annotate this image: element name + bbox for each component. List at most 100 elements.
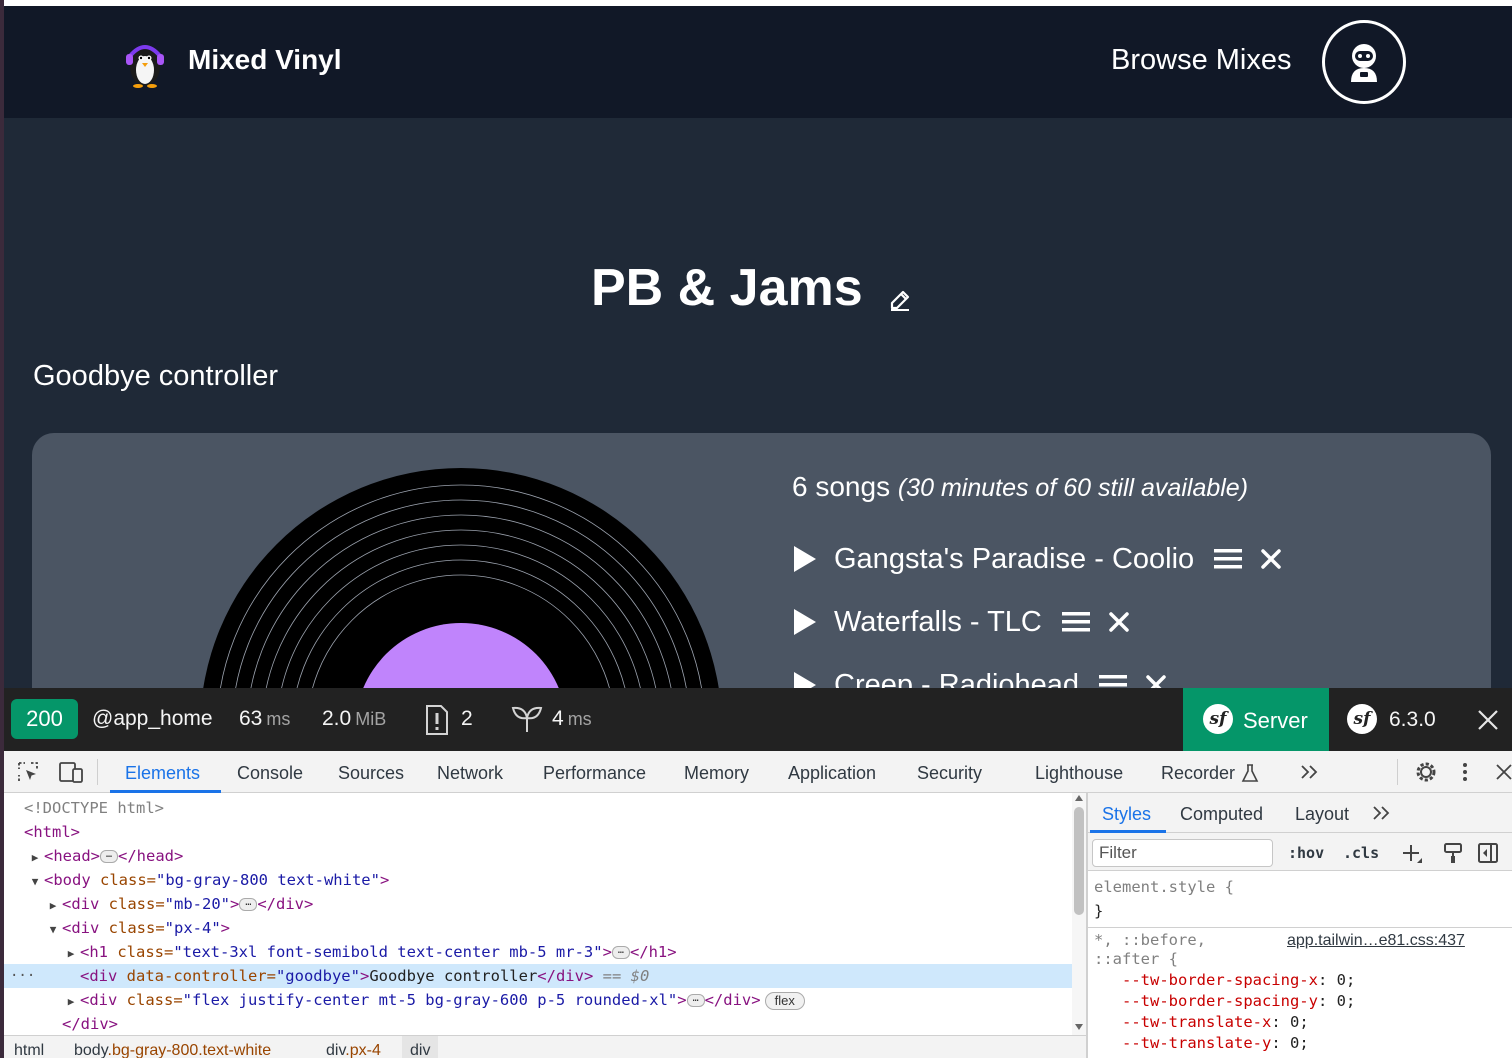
toggle-sidebar-icon[interactable] xyxy=(1477,842,1499,864)
css-property[interactable]: --tw-border-spacing-y: 0; xyxy=(1122,992,1355,1010)
status-code-badge[interactable]: 200 xyxy=(11,699,78,739)
elements-scrollbar[interactable] xyxy=(1072,793,1086,1035)
div-open-tag: <div xyxy=(80,991,118,1009)
tab-lighthouse[interactable]: Lighthouse xyxy=(1035,763,1123,784)
css-property[interactable]: --tw-border-spacing-x: 0; xyxy=(1122,971,1355,989)
close-toolbar-icon[interactable] xyxy=(1477,709,1499,731)
memory-usage[interactable]: 2.0 MiB xyxy=(322,707,386,731)
collapsed-ellipsis-icon[interactable]: … xyxy=(239,898,258,911)
edit-icon[interactable] xyxy=(888,288,912,312)
track-label: Creep - Radiohead xyxy=(834,668,1080,689)
collapsed-ellipsis-icon[interactable]: … xyxy=(611,946,630,959)
head-open-tag: <head> xyxy=(44,847,100,865)
paint-brush-icon[interactable] xyxy=(1443,842,1463,864)
twig-time[interactable]: 4 ms xyxy=(552,707,592,731)
dom-node-html[interactable]: <html> xyxy=(4,820,1072,844)
dom-node-body[interactable]: ▼ <body class="bg-gray-800 text-white"> xyxy=(4,868,1072,892)
tab-recorder[interactable]: Recorder xyxy=(1161,763,1235,784)
request-time[interactable]: 63 ms xyxy=(239,707,290,731)
scrollbar-thumb[interactable] xyxy=(1074,807,1084,915)
collapse-triangle-icon[interactable]: ▼ xyxy=(26,870,44,894)
dom-node-div-mb20[interactable]: ▶ <div class="mb-20">… </div> xyxy=(4,892,1072,916)
new-style-rule-icon[interactable] xyxy=(1401,843,1423,865)
dom-node-h1[interactable]: ▶ <h1 class="text-3xl font-semibold text-… xyxy=(4,940,1072,964)
tab-sources[interactable]: Sources xyxy=(338,763,404,784)
server-panel-button[interactable]: sf Server xyxy=(1183,688,1329,751)
body-attr-name: class= xyxy=(90,871,156,889)
tab-console[interactable]: Console xyxy=(237,763,303,784)
stylesheet-source-link[interactable]: app.tailwin…e81.css:437 xyxy=(1287,932,1465,950)
expand-triangle-icon[interactable]: ▶ xyxy=(62,990,80,1014)
logs-count[interactable]: 2 xyxy=(461,707,473,731)
dom-node-selected-goodbye[interactable]: ··· <div data-controller="goodbye">Goodby… xyxy=(4,964,1072,988)
universal-rule-selector-line2[interactable]: ::after { xyxy=(1094,950,1178,968)
expand-triangle-icon[interactable]: ▶ xyxy=(26,846,44,870)
play-icon[interactable] xyxy=(792,670,818,688)
scroll-up-arrow-icon[interactable] xyxy=(1075,795,1083,801)
drag-handle-icon[interactable] xyxy=(1214,547,1243,571)
breadcrumb-body[interactable]: body.bg-gray-800.text-white xyxy=(74,1042,271,1058)
dom-node-div-flex[interactable]: ▶ <div class="flex justify-center mt-5 bg… xyxy=(4,988,1072,1012)
close-devtools-icon[interactable] xyxy=(1495,763,1512,781)
brand-name[interactable]: Mixed Vinyl xyxy=(188,44,342,76)
css-property[interactable]: --tw-translate-x: 0; xyxy=(1122,1013,1309,1031)
div-close-tag: </div> xyxy=(257,895,314,913)
penguin-logo-icon[interactable] xyxy=(122,36,168,88)
tab-performance[interactable]: Performance xyxy=(543,763,646,784)
symfony-version-logo-icon[interactable]: sf xyxy=(1347,704,1377,734)
drag-handle-icon[interactable] xyxy=(1061,610,1090,634)
expand-triangle-icon[interactable]: ▶ xyxy=(44,894,62,918)
devtools-tab-bar: Elements Console Sources Network Perform… xyxy=(4,751,1512,793)
data-controller-attr: data-controller= xyxy=(117,967,276,985)
kebab-menu-icon[interactable] xyxy=(1461,760,1469,784)
inspect-element-icon[interactable] xyxy=(16,760,40,784)
drag-handle-icon[interactable] xyxy=(1099,673,1128,688)
settings-gear-icon[interactable] xyxy=(1414,760,1438,784)
flex-badge[interactable]: flex xyxy=(764,991,805,1010)
dom-node-div-close[interactable]: </div> xyxy=(4,1012,1072,1035)
breadcrumb-div-active[interactable]: div xyxy=(402,1036,439,1058)
tab-application[interactable]: Application xyxy=(788,763,876,784)
element-style-rule[interactable]: element.style { xyxy=(1094,878,1234,896)
breadcrumb-div-px4[interactable]: div.px-4 xyxy=(326,1042,381,1058)
dom-node-doctype[interactable]: <!DOCTYPE html> xyxy=(4,796,1072,820)
css-property[interactable]: --tw-translate-y: 0; xyxy=(1122,1034,1309,1052)
tab-elements[interactable]: Elements xyxy=(125,763,200,784)
collapsed-ellipsis-icon[interactable]: … xyxy=(686,994,705,1007)
symfony-version[interactable]: 6.3.0 xyxy=(1389,708,1436,732)
remove-track-icon[interactable] xyxy=(1260,548,1282,570)
twig-icon[interactable] xyxy=(510,704,544,734)
remove-track-icon[interactable] xyxy=(1145,674,1167,688)
tab-layout[interactable]: Layout xyxy=(1295,804,1349,825)
hover-state-toggle[interactable]: :hov xyxy=(1288,844,1324,862)
class-toggle[interactable]: .cls xyxy=(1343,844,1379,862)
browse-mixes-link[interactable]: Browse Mixes xyxy=(1111,44,1292,77)
tab-styles[interactable]: Styles xyxy=(1102,804,1151,825)
track-row: Waterfalls - TLC xyxy=(792,602,1130,642)
tab-memory[interactable]: Memory xyxy=(684,763,749,784)
expand-triangle-icon[interactable]: ▶ xyxy=(62,942,80,966)
html-open-tag: <html> xyxy=(24,823,80,841)
screen: Mixed Vinyl Browse Mixes PB & Jams Goodb… xyxy=(0,0,1512,1058)
more-tabs-icon[interactable] xyxy=(1300,764,1320,780)
more-styles-tabs-icon[interactable] xyxy=(1372,805,1392,821)
tab-computed[interactable]: Computed xyxy=(1180,804,1263,825)
breadcrumb-html[interactable]: html xyxy=(14,1042,44,1058)
logs-icon[interactable] xyxy=(424,704,450,736)
play-icon[interactable] xyxy=(792,607,818,637)
collapsed-ellipsis-icon[interactable]: … xyxy=(100,850,118,863)
universal-rule-selector-line1[interactable]: *, ::before, xyxy=(1094,931,1206,949)
play-icon[interactable] xyxy=(792,544,818,574)
tab-network[interactable]: Network xyxy=(437,763,503,784)
dom-node-div-px4[interactable]: ▼ <div class="px-4"> xyxy=(4,916,1072,940)
route-name[interactable]: @app_home xyxy=(92,707,213,731)
tab-security[interactable]: Security xyxy=(917,763,982,784)
dom-node-head[interactable]: ▶ <head>… </head> xyxy=(4,844,1072,868)
scroll-down-arrow-icon[interactable] xyxy=(1075,1024,1083,1030)
node-actions-dots[interactable]: ··· xyxy=(10,964,35,988)
device-toolbar-icon[interactable] xyxy=(58,760,84,784)
styles-filter-input[interactable]: Filter xyxy=(1092,839,1273,867)
collapse-triangle-icon[interactable]: ▼ xyxy=(44,918,62,942)
user-avatar-button[interactable] xyxy=(1322,20,1406,104)
remove-track-icon[interactable] xyxy=(1108,611,1130,633)
